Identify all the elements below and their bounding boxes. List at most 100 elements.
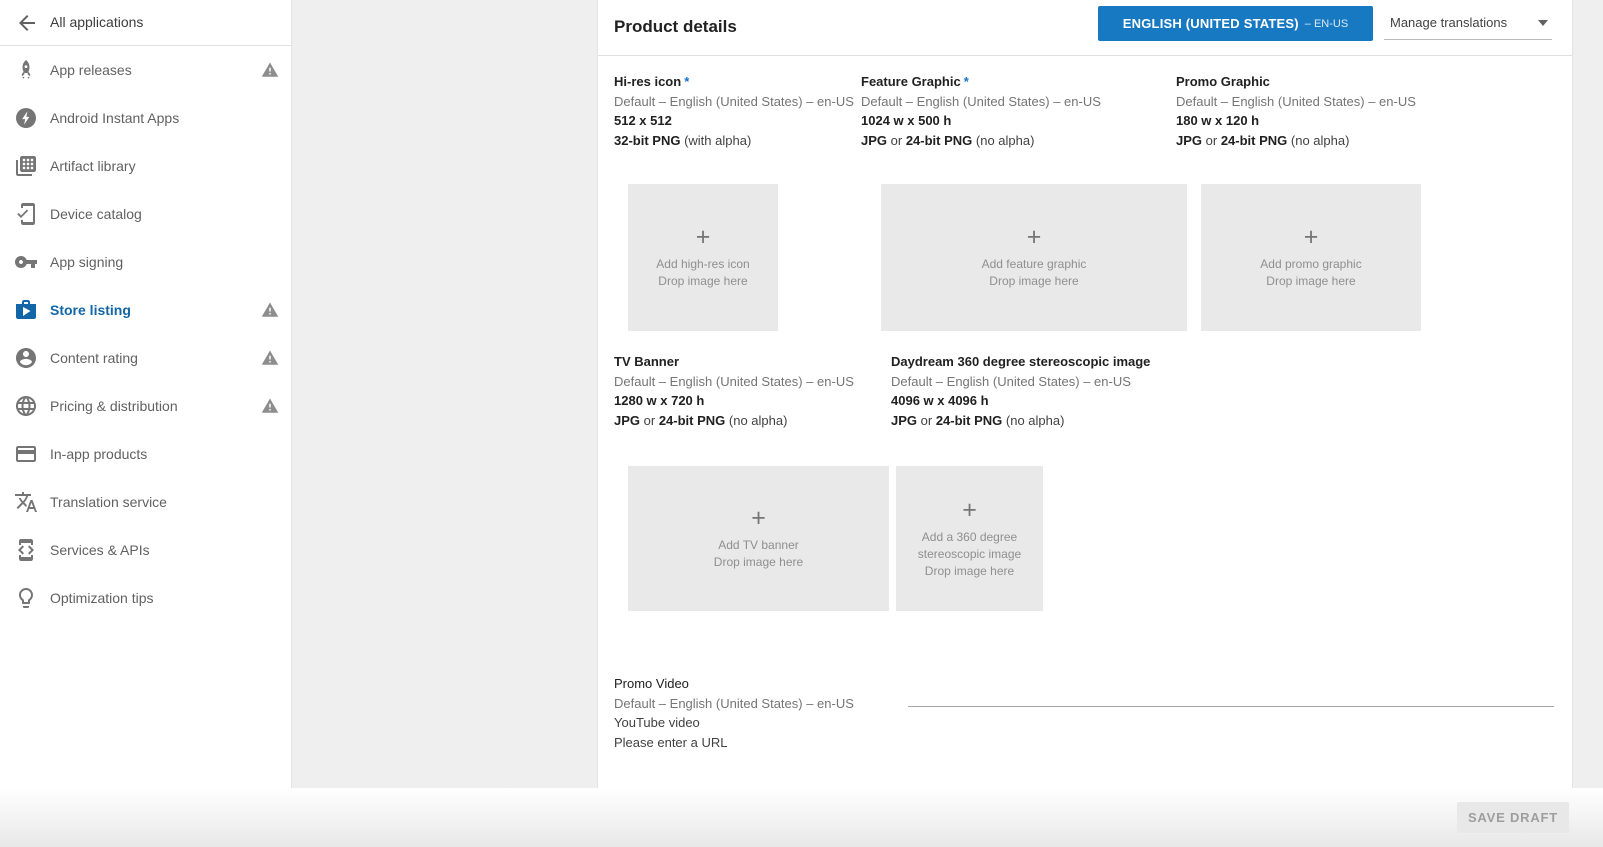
manage-translations-label: Manage translations [1390, 15, 1507, 30]
promo-video-title: Promo Video [614, 674, 854, 694]
asset-format: JPG or 24-bit PNG (no alpha) [861, 131, 1101, 151]
required-asterisk: * [964, 74, 969, 89]
arrow-left-icon [15, 11, 39, 35]
sidebar-item-store-listing[interactable]: Store listing [0, 286, 291, 334]
sidebar-item-label: Device catalog [50, 190, 142, 238]
upload-drop-label: Drop image here [925, 563, 1014, 580]
upload-box-daydream-360[interactable]: + Add a 360 degree stereoscopic image Dr… [896, 466, 1043, 611]
upload-drop-label: Drop image here [714, 554, 803, 571]
phone-check-icon [14, 202, 38, 226]
upload-box-promo-graphic[interactable]: + Add promo graphic Drop image here [1201, 184, 1421, 331]
language-button-suffix: – EN-US [1305, 18, 1348, 30]
asset-format: 32-bit PNG (with alpha) [614, 131, 854, 151]
upload-add-label: Add TV banner [708, 537, 809, 554]
plus-icon: + [1304, 225, 1319, 249]
card-header: Product details ENGLISH (UNITED STATES) … [598, 0, 1572, 56]
sidebar-item-label: Content rating [50, 334, 138, 382]
sidebar-item-label: Services & APIs [50, 526, 150, 574]
page-title: Product details [614, 17, 737, 37]
sidebar-item-app-releases[interactable]: App releases [0, 46, 291, 94]
lightning-circle-icon [14, 106, 38, 130]
language-button-label: ENGLISH (UNITED STATES) [1123, 16, 1299, 31]
sidebar-item-artifact-library[interactable]: Artifact library [0, 142, 291, 190]
upload-drop-label: Drop image here [1266, 273, 1355, 290]
translate-icon [14, 490, 38, 514]
asset-default-language: Default – English (United States) – en-U… [614, 92, 854, 112]
asset-info-promo-graphic: Promo Graphic Default – English (United … [1176, 72, 1416, 150]
sidebar-item-label: Optimization tips [50, 574, 153, 622]
promo-video-platform: YouTube video [614, 713, 854, 733]
sidebar-item-label: App releases [50, 46, 132, 94]
asset-dimensions: 1280 w x 720 h [614, 391, 854, 411]
upload-box-hi-res-icon[interactable]: + Add high-res icon Drop image here [628, 184, 778, 331]
asset-dimensions: 4096 w x 4096 h [891, 391, 1153, 411]
asset-title: TV Banner [614, 354, 679, 369]
sidebar-item-label: Translation service [50, 478, 167, 526]
sidebar-item-content-rating[interactable]: Content rating [0, 334, 291, 382]
sidebar-item-label: App signing [50, 238, 123, 286]
sidebar-item-in-app-products[interactable]: In-app products [0, 430, 291, 478]
product-details-card: Product details ENGLISH (UNITED STATES) … [597, 0, 1573, 788]
sidebar-back-all-applications[interactable]: All applications [0, 0, 291, 46]
sidebar-item-pricing-distribution[interactable]: Pricing & distribution [0, 382, 291, 430]
asset-info-feature-graphic: Feature Graphic* Default – English (Unit… [861, 72, 1101, 150]
warning-triangle-icon [261, 349, 279, 367]
asset-info-daydream-360: Daydream 360 degree stereoscopic image D… [891, 352, 1153, 430]
key-icon [14, 250, 38, 274]
asset-default-language: Default – English (United States) – en-U… [861, 92, 1101, 112]
promo-video-hint: Please enter a URL [614, 733, 854, 753]
asset-dimensions: 180 w x 120 h [1176, 111, 1416, 131]
lightbulb-icon [14, 586, 38, 610]
media-library-icon [14, 154, 38, 178]
caret-down-icon [1538, 20, 1548, 26]
play-store-bag-icon [14, 298, 38, 322]
sidebar-item-translation-service[interactable]: Translation service [0, 478, 291, 526]
sidebar-item-optimization-tips[interactable]: Optimization tips [0, 574, 291, 622]
asset-default-language: Default – English (United States) – en-U… [891, 372, 1153, 392]
asset-title: Feature Graphic [861, 74, 961, 89]
sidebar-item-app-signing[interactable]: App signing [0, 238, 291, 286]
asset-dimensions: 512 x 512 [614, 111, 854, 131]
upload-drop-label: Drop image here [658, 273, 747, 290]
sidebar-item-label: Store listing [50, 286, 131, 334]
asset-title: Daydream 360 degree stereoscopic image [891, 354, 1150, 369]
manage-translations-dropdown[interactable]: Manage translations [1384, 6, 1552, 40]
sidebar-item-label: Android Instant Apps [50, 94, 179, 142]
warning-triangle-icon [261, 301, 279, 319]
footer-bar: SAVE DRAFT [0, 788, 1603, 847]
asset-info-hi-res-icon: Hi-res icon* Default – English (United S… [614, 72, 854, 150]
asset-default-language: Default – English (United States) – en-U… [1176, 92, 1416, 112]
upload-box-feature-graphic[interactable]: + Add feature graphic Drop image here [881, 184, 1187, 331]
sidebar-item-label: Artifact library [50, 142, 136, 190]
promo-video-default-language: Default – English (United States) – en-U… [614, 694, 854, 714]
person-circle-icon [14, 346, 38, 370]
back-label: All applications [50, 0, 143, 45]
sidebar-item-label: Pricing & distribution [50, 382, 178, 430]
credit-card-icon [14, 442, 38, 466]
sidebar: All applications App releases Android In… [0, 0, 292, 788]
asset-title: Hi-res icon [614, 74, 681, 89]
asset-format: JPG or 24-bit PNG (no alpha) [1176, 131, 1416, 151]
developer-mode-icon [14, 538, 38, 562]
required-asterisk: * [684, 74, 689, 89]
sidebar-item-android-instant-apps[interactable]: Android Instant Apps [0, 94, 291, 142]
upload-add-label: Add a 360 degree stereoscopic image [896, 529, 1043, 563]
warning-triangle-icon [261, 61, 279, 79]
asset-info-tv-banner: TV Banner Default – English (United Stat… [614, 352, 854, 430]
plus-icon: + [751, 506, 766, 530]
plus-icon: + [696, 225, 711, 249]
youtube-url-input[interactable] [908, 681, 1554, 707]
upload-add-label: Add feature graphic [972, 256, 1097, 273]
sidebar-item-device-catalog[interactable]: Device catalog [0, 190, 291, 238]
asset-default-language: Default – English (United States) – en-U… [614, 372, 854, 392]
warning-triangle-icon [261, 397, 279, 415]
asset-dimensions: 1024 w x 500 h [861, 111, 1101, 131]
save-draft-button[interactable]: SAVE DRAFT [1457, 802, 1569, 833]
globe-icon [14, 394, 38, 418]
upload-box-tv-banner[interactable]: + Add TV banner Drop image here [628, 466, 889, 611]
rocket-icon [14, 58, 38, 82]
upload-add-label: Add high-res icon [646, 256, 759, 273]
sidebar-item-services-apis[interactable]: Services & APIs [0, 526, 291, 574]
plus-icon: + [1027, 225, 1042, 249]
language-button[interactable]: ENGLISH (UNITED STATES) – EN-US [1098, 6, 1373, 41]
